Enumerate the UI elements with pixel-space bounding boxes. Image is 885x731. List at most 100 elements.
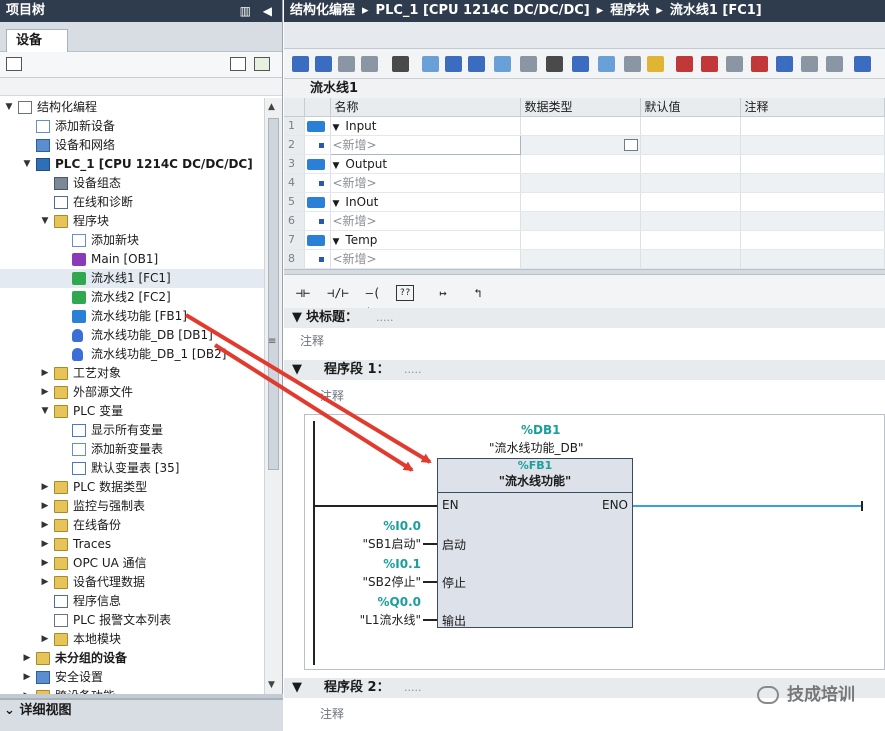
collapse-triangle-icon[interactable]: ▼	[333, 237, 340, 247]
iface-default-cell[interactable]	[640, 211, 741, 231]
splitter-grip-icon[interactable]: ≡	[268, 336, 276, 347]
absolute-operand-icon[interactable]	[392, 56, 409, 72]
scroll-down-icon[interactable]: ▼	[268, 680, 275, 690]
nc-contact-icon[interactable]: ⊣/⊢	[323, 283, 353, 303]
download-icon[interactable]	[520, 56, 537, 72]
tree-item[interactable]: ▶ 未分组的设备	[0, 649, 264, 668]
operand-output-name[interactable]: "L1流水线"	[335, 611, 421, 628]
iface-comment-cell[interactable]	[740, 192, 885, 212]
iface-default-cell[interactable]	[640, 192, 741, 212]
expand-arrow-open-icon[interactable]: ▼	[40, 212, 50, 231]
tree-item[interactable]: ▶ 跨设备功能	[0, 687, 264, 694]
iface-header-default[interactable]: 默认值	[640, 98, 741, 117]
expand-arrow-closed-icon[interactable]: ▶	[40, 554, 50, 573]
expand-arrow-closed-icon[interactable]: ▶	[22, 687, 32, 694]
iface-type-cell[interactable]	[520, 192, 641, 212]
iface-default-cell[interactable]	[640, 116, 741, 136]
expand-arrow-open-icon[interactable]: ▼	[40, 402, 50, 421]
iface-new-entry[interactable]: <新增>	[330, 211, 521, 231]
tree-item[interactable]: ▶ Traces	[0, 535, 264, 554]
instance-db-address[interactable]: %DB1	[521, 423, 560, 437]
tree-item[interactable]: ▶ 监控与强制表	[0, 497, 264, 516]
tree-item[interactable]: 设备组态	[0, 174, 264, 193]
scroll-thumb[interactable]	[268, 118, 279, 470]
iface-comment-cell[interactable]	[740, 249, 885, 269]
collapse-triangle-icon[interactable]: ▼	[333, 123, 340, 133]
iface-row[interactable]: 1 ▼ Input	[284, 116, 885, 136]
operand-output-address[interactable]: %Q0.0	[345, 595, 421, 609]
tree-item[interactable]: 流水线功能_DB_1 [DB2]	[0, 345, 264, 364]
type-picker-icon[interactable]	[623, 139, 638, 151]
view-list-icon[interactable]	[624, 56, 641, 72]
monitor-icon[interactable]	[726, 56, 743, 72]
iface-row[interactable]: 8 <新增>	[284, 249, 885, 269]
breadcrumb-plc[interactable]: PLC_1 [CPU 1214C DC/DC/DC]	[376, 3, 590, 18]
tree-item[interactable]: ▶ 工艺对象	[0, 364, 264, 383]
expand-arrow-closed-icon[interactable]: ▶	[40, 497, 50, 516]
more-tools-icon[interactable]	[854, 56, 871, 72]
tree-item[interactable]: 流水线功能 [FB1]	[0, 307, 264, 326]
tree-item[interactable]: 设备和网络	[0, 136, 264, 155]
iface-comment-cell[interactable]	[740, 154, 885, 174]
tree-item[interactable]: 程序信息	[0, 592, 264, 611]
upload-icon[interactable]	[546, 56, 563, 72]
operand-stop-name[interactable]: "SB2停止"	[335, 573, 421, 590]
expand-arrow-closed-icon[interactable]: ▶	[40, 364, 50, 383]
iface-type-cell[interactable]	[520, 230, 641, 250]
tree-item[interactable]: ▶ PLC 数据类型	[0, 478, 264, 497]
export-icon[interactable]	[254, 57, 270, 71]
expand-arrow-closed-icon[interactable]: ▶	[40, 630, 50, 649]
tree-item[interactable]: 添加新块	[0, 231, 264, 250]
iface-type-cell[interactable]	[520, 249, 641, 269]
tree-item[interactable]: ▶ OPC UA 通信	[0, 554, 264, 573]
block-title-value[interactable]: .....	[376, 308, 393, 328]
breadcrumb-project[interactable]: 结构化编程	[290, 3, 355, 18]
insert-row-icon[interactable]	[338, 56, 355, 72]
tree-item[interactable]: 默认变量表 [35]	[0, 459, 264, 478]
tree-item[interactable]: 添加新变量表	[0, 440, 264, 459]
tree-item[interactable]: ▶ 安全设置	[0, 668, 264, 687]
iface-row[interactable]: 4 <新增>	[284, 173, 885, 193]
network-2-title[interactable]: .....	[404, 678, 421, 698]
network-1-title[interactable]: .....	[404, 360, 421, 380]
light-icon[interactable]	[647, 56, 664, 72]
expand-arrow-closed-icon[interactable]: ▶	[22, 649, 32, 668]
insert-network-icon[interactable]	[292, 56, 309, 72]
comments-icon[interactable]	[494, 56, 511, 72]
iface-default-cell[interactable]	[640, 230, 741, 250]
compare-icon[interactable]	[572, 56, 589, 72]
tree-item[interactable]: ▶ 设备代理数据	[0, 573, 264, 592]
tree-item[interactable]: ▼ 结构化编程	[0, 98, 264, 117]
iface-comment-cell[interactable]	[740, 135, 885, 155]
iface-new-entry[interactable]: <新增>	[330, 173, 521, 193]
iface-header-comment[interactable]: 注释	[740, 98, 885, 117]
iface-default-cell[interactable]	[640, 173, 741, 193]
add-row-icon[interactable]	[361, 56, 378, 72]
iface-type-cell[interactable]	[520, 211, 641, 231]
empty-box-icon[interactable]: ??	[396, 284, 414, 301]
iface-new-entry[interactable]: <新增>	[330, 249, 521, 269]
tree-item[interactable]: 流水线1 [FC1]	[0, 269, 264, 288]
tree-view-icon[interactable]	[6, 57, 22, 71]
tree-item[interactable]: 显示所有变量	[0, 421, 264, 440]
expand-arrow-open-icon[interactable]: ▼	[4, 98, 14, 117]
expand-arrow-closed-icon[interactable]: ▶	[40, 573, 50, 592]
instance-db-name[interactable]: "流水线功能_DB"	[489, 439, 584, 456]
iface-row[interactable]: 3 ▼ Output	[284, 154, 885, 174]
iface-comment-cell[interactable]	[740, 173, 885, 193]
iface-row[interactable]: 6 <新增>	[284, 211, 885, 231]
operand-start-address[interactable]: %I0.0	[345, 519, 421, 533]
tree-item[interactable]: 添加新设备	[0, 117, 264, 136]
tree-item[interactable]: Main [OB1]	[0, 250, 264, 269]
iface-row[interactable]: 7 ▼ Temp	[284, 230, 885, 250]
iface-section-name[interactable]: ▼ Output	[330, 154, 521, 174]
fb-call-box[interactable]: %FB1 "流水线功能" EN ENO 启动 停止 输出	[437, 458, 633, 628]
collapse-triangle-icon[interactable]: ▼	[333, 161, 340, 171]
networks-close-icon[interactable]	[445, 56, 462, 72]
network-1-bar[interactable]: ▼ 程序段 1： .....	[284, 360, 885, 380]
expand-tree-icon[interactable]	[801, 56, 818, 72]
tree-item[interactable]: 在线和诊断	[0, 193, 264, 212]
iface-type-cell[interactable]	[520, 154, 641, 174]
iface-header-type[interactable]: 数据类型	[520, 98, 641, 117]
iface-type-cell[interactable]	[520, 116, 641, 136]
